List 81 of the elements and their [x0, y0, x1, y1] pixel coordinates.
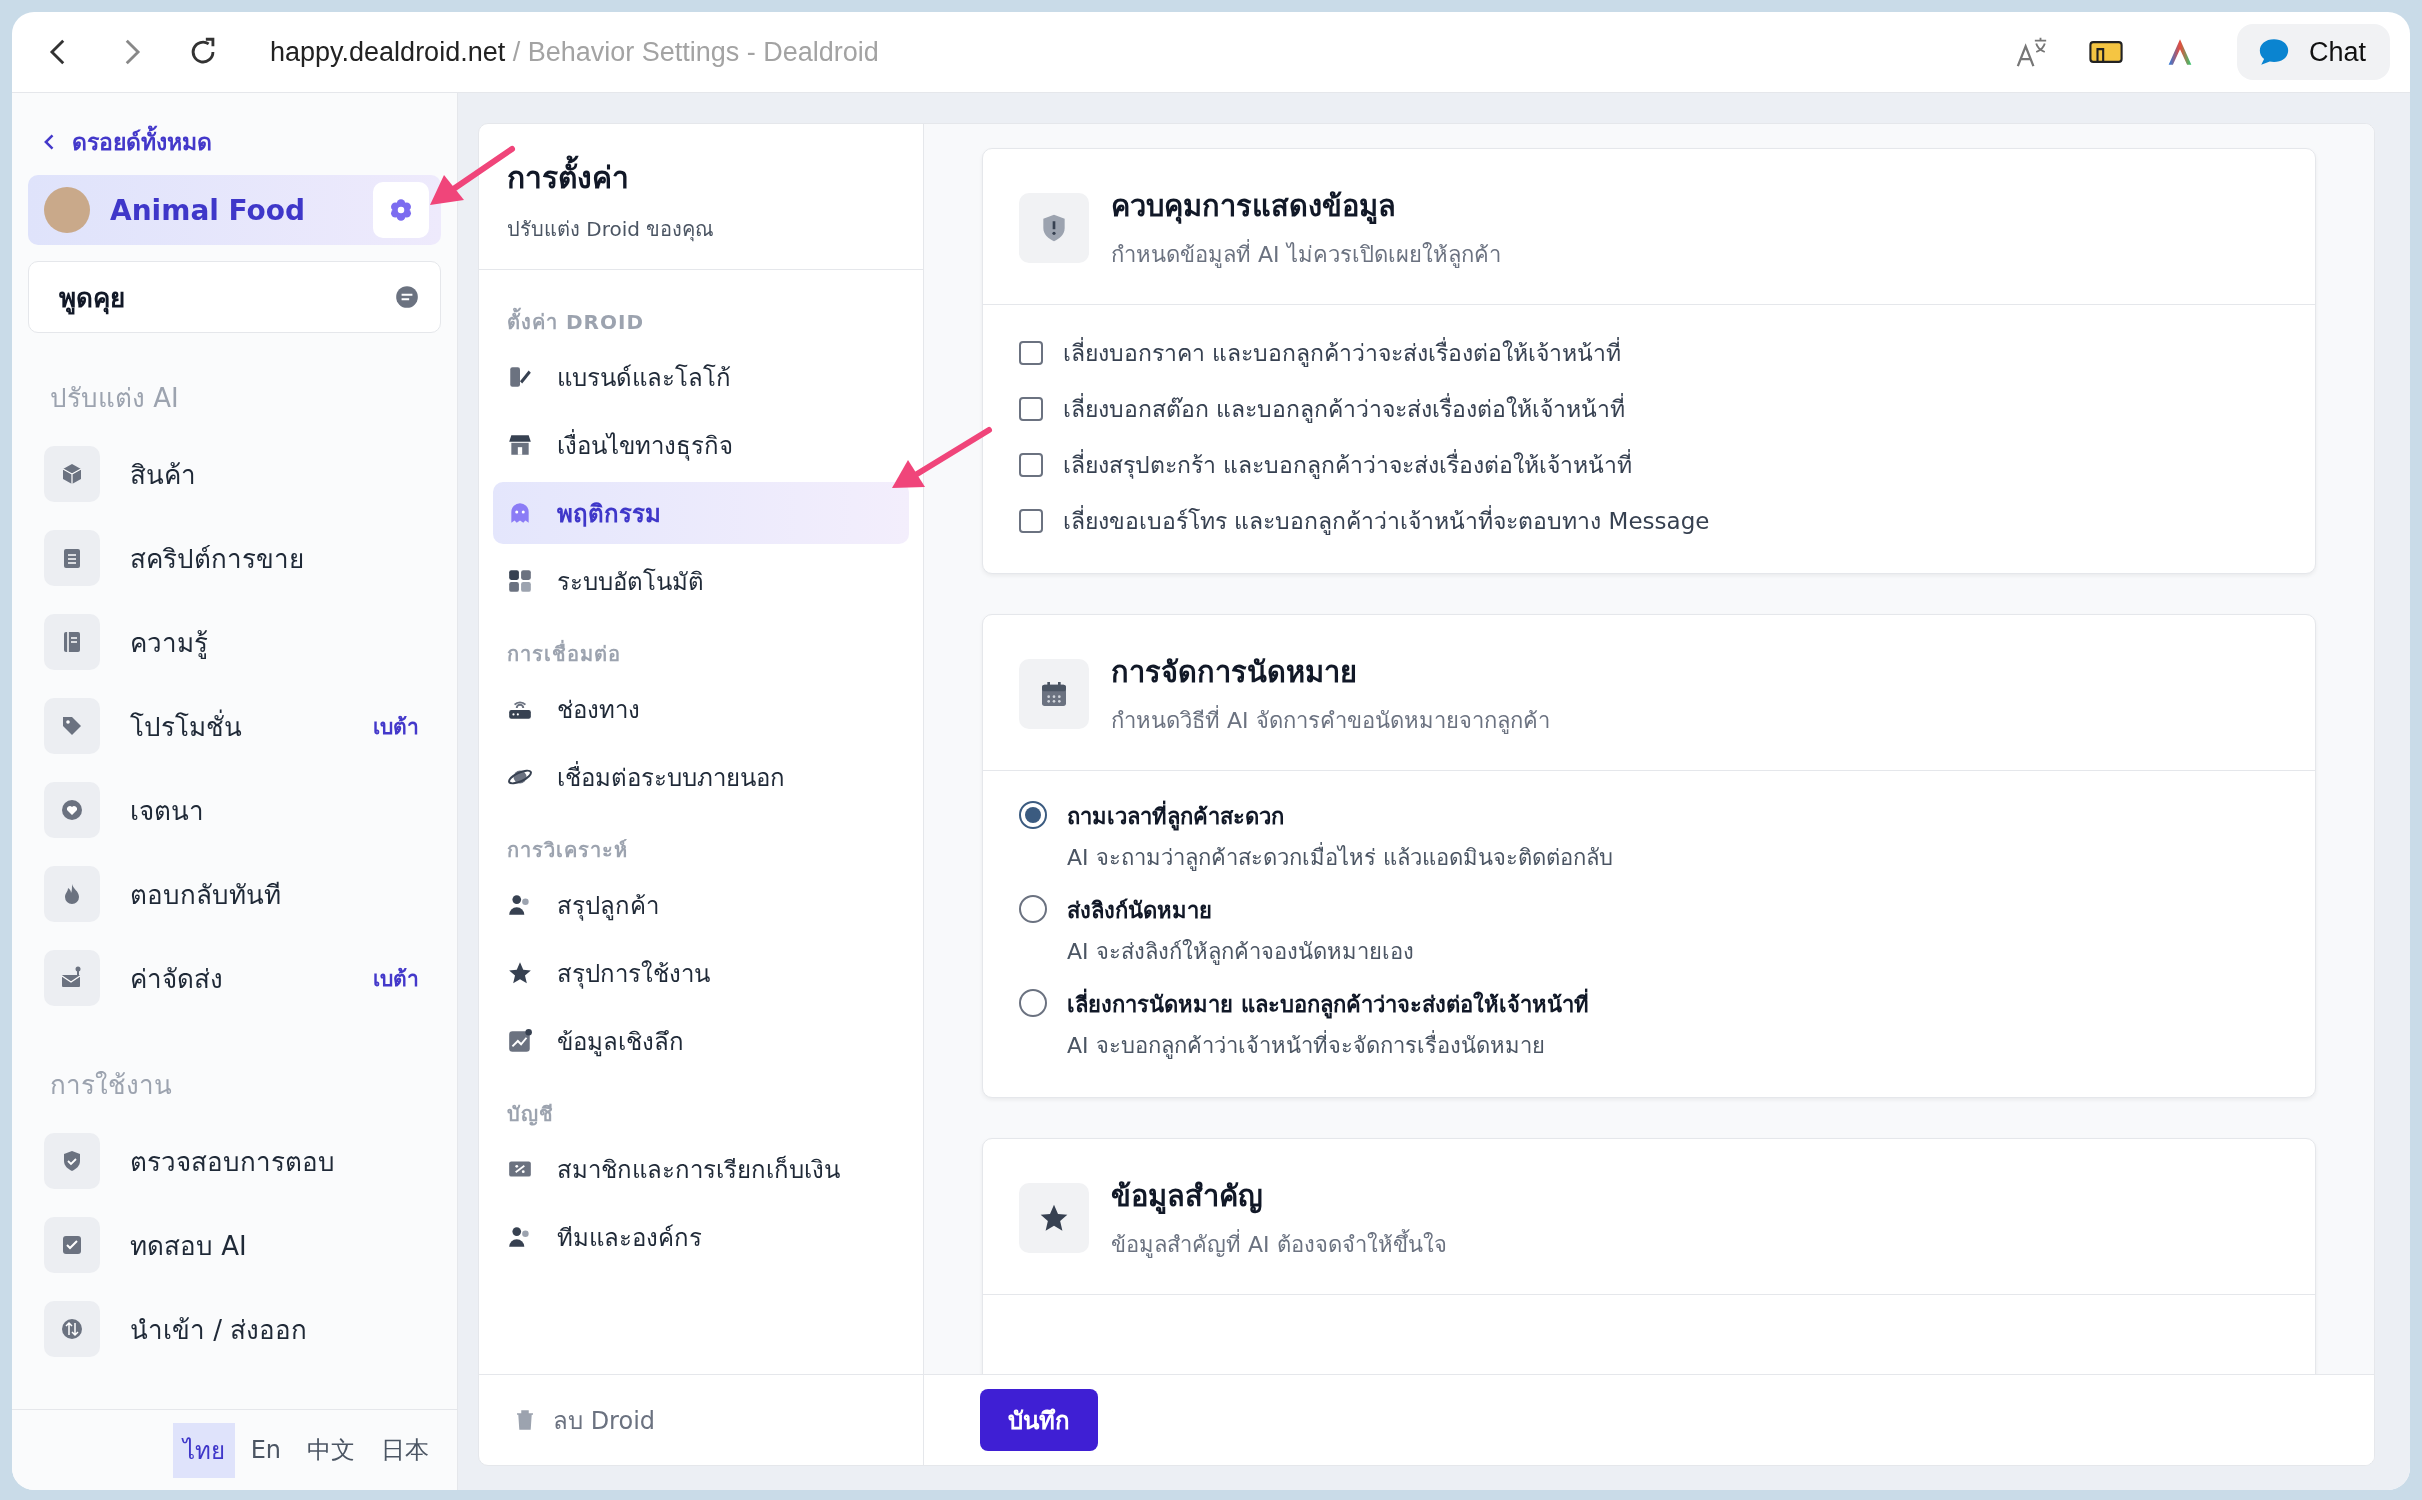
translate-icon[interactable]	[2014, 35, 2049, 69]
option-label[interactable]: เลี่ยงการนัดหมาย และบอกลูกค้าว่าจะส่งต่อให้เจ้าหน้าที่	[1067, 987, 1589, 1022]
sidebar-item[interactable]: ทดสอบ AI	[28, 1203, 441, 1287]
checkbox[interactable]	[1019, 509, 1043, 533]
nav-item[interactable]: เงื่อนไขทางธุรกิจ	[493, 414, 909, 476]
language-option[interactable]: 中文	[297, 1426, 365, 1474]
checkbox-label[interactable]: เลี่ยงบอกราคา และบอกลูกค้าว่าจะส่งเรื่องต่อให้เจ้าหน้าที่	[1063, 335, 1622, 371]
store-icon	[507, 432, 533, 458]
nav-item[interactable]: แบรนด์และโลโก้	[493, 346, 909, 408]
sidebar-item[interactable]: นำเข้า / ส่งออก	[28, 1287, 441, 1371]
card-subtitle: กำหนดข้อมูลที่ AI ไม่ควรเปิดเผยให้ลูกค้า	[1111, 237, 1501, 272]
back-link-label[interactable]: ดรอยด์ทั้งหมด	[72, 124, 212, 160]
nav-item[interactable]: สรุปการใช้งาน	[493, 942, 909, 1004]
sidebar-item[interactable]: สินค้า	[28, 432, 441, 516]
settings-button[interactable]	[373, 182, 429, 238]
nav-item[interactable]: ระบบอัตโนมัติ	[493, 550, 909, 612]
group-heading: การวิเคราะห์	[507, 837, 629, 864]
group-heading: ตั้งค่า DROID	[507, 306, 909, 338]
card-title: การจัดการนัดหมาย	[1111, 654, 1358, 691]
panel-subtitle: ปรับแต่ง Droid ของคุณ	[507, 216, 716, 244]
checkbox-icon	[60, 1233, 84, 1257]
panel-title: การตั้งค่า	[507, 154, 895, 201]
nav-item[interactable]: พฤติกรรม	[493, 482, 909, 544]
group-heading: บัญชี	[507, 1101, 555, 1128]
card-subtitle: กำหนดวิธีที่ AI จัดการคำขอนัดหมายจากลูกค้า	[1111, 703, 1550, 738]
sort-arrows-icon	[60, 1317, 84, 1341]
droid-card[interactable]: Animal Food	[28, 175, 441, 245]
cube-icon	[60, 462, 84, 486]
sidebar-item[interactable]: ความรู้	[28, 600, 441, 684]
chat-button[interactable]: Chat	[2236, 24, 2390, 80]
grid-icon	[507, 568, 533, 594]
nav-item[interactable]: เชื่อมต่อระบบภายนอก	[493, 746, 909, 808]
card-subtitle: ข้อมูลสำคัญที่ AI ต้องจดจำให้ขึ้นใจ	[1111, 1227, 1447, 1262]
option-label[interactable]: ส่งลิงก์นัดหมาย	[1067, 893, 1414, 928]
card-title: ควบคุมการแสดงข้อมูล	[1111, 188, 1397, 226]
back-link[interactable]: ดรอยด์ทั้งหมด	[28, 119, 212, 165]
language-option[interactable]: ไทย	[172, 1422, 235, 1478]
card-title: ข้อมูลสำคัญ	[1111, 1178, 1264, 1216]
radio-button[interactable]	[1019, 801, 1047, 829]
radio-button[interactable]	[1019, 989, 1047, 1017]
nav-item[interactable]: สมาชิกและการเรียกเก็บเงิน	[493, 1138, 909, 1200]
message-icon	[394, 284, 420, 310]
checkbox[interactable]	[1019, 453, 1043, 477]
section-heading: ปรับแต่ง AI	[50, 382, 180, 415]
sidebar-item[interactable]: สคริปต์การขาย	[28, 516, 441, 600]
option-label[interactable]: ถามเวลาที่ลูกค้าสะดวก	[1067, 799, 1613, 834]
chat-item[interactable]: พูดคุย	[28, 261, 441, 333]
option-description: AI จะส่งลิงก์ให้ลูกค้าจองนัดหมายเอง	[1067, 938, 1414, 967]
delete-button[interactable]: ลบ Droid	[513, 1400, 656, 1440]
save-button[interactable]: บันทึก	[980, 1389, 1098, 1451]
checkbox[interactable]	[1019, 397, 1043, 421]
sidebar-item[interactable]: ตรวจสอบการตอบ	[28, 1119, 441, 1203]
checkbox-label[interactable]: เลี่ยงสรุปตะกร้า และบอกลูกค้าว่าจะส่งเรื่องต่อให้เจ้าหน้าที่	[1063, 447, 1633, 483]
option-description: AI จะบอกลูกค้าว่าเจ้าหน้าที่จะจัดการเรื่องนัดหมาย	[1067, 1028, 1589, 1063]
checkbox-label[interactable]: เลี่ยงขอเบอร์โทร และบอกลูกค้าว่าเจ้าหน้าที่จะตอบทาง Message	[1063, 503, 1710, 539]
sidebar-item[interactable]: ตอบกลับทันที	[28, 852, 441, 936]
droid-name: Animal Food	[110, 193, 307, 227]
nav-item[interactable]: สรุปลูกค้า	[493, 874, 909, 936]
beta-label: เบต้า	[373, 713, 419, 741]
language-option[interactable]: En	[240, 1428, 291, 1472]
brush-icon	[507, 364, 533, 390]
sidebar-item[interactable]: ค่าจัดส่ง เบต้า	[28, 936, 441, 1020]
nav-item[interactable]: ข้อมูลเชิงลึก	[493, 1010, 909, 1072]
group-heading: การเชื่อมต่อ	[507, 639, 622, 668]
radio-button[interactable]	[1019, 895, 1047, 923]
settings-icon	[388, 197, 414, 223]
section-heading: การใช้งาน	[50, 1069, 173, 1102]
avatar-placeholder	[44, 187, 90, 233]
beta-label: เบต้า	[373, 965, 419, 993]
tag-icon	[60, 714, 84, 738]
language-option[interactable]: 日本	[371, 1426, 439, 1474]
sidebar-item[interactable]: โปรโมชั่น เบต้า	[28, 684, 441, 768]
star-icon	[507, 960, 533, 986]
chart-icon	[507, 1028, 533, 1054]
nav-item[interactable]: ทีมและองค์กร	[493, 1206, 909, 1268]
option-description: AI จะถามว่าลูกค้าสะดวกเมื่อไหร่ แล้วแอดมินจะติดต่อกลับ	[1067, 840, 1613, 875]
checkbox-label[interactable]: เลี่ยงบอกสต๊อก และบอกลูกค้าว่าจะส่งเรื่องต่อให้เจ้าหน้าที่	[1063, 391, 1626, 427]
address-bar[interactable]: happy.dealdroid.net / Behavior Settings - Dealdroid	[270, 36, 879, 68]
checkbox[interactable]	[1019, 341, 1043, 365]
sidebar-item[interactable]: เจตนา	[28, 768, 441, 852]
nav-item[interactable]: ช่องทาง	[493, 678, 909, 740]
